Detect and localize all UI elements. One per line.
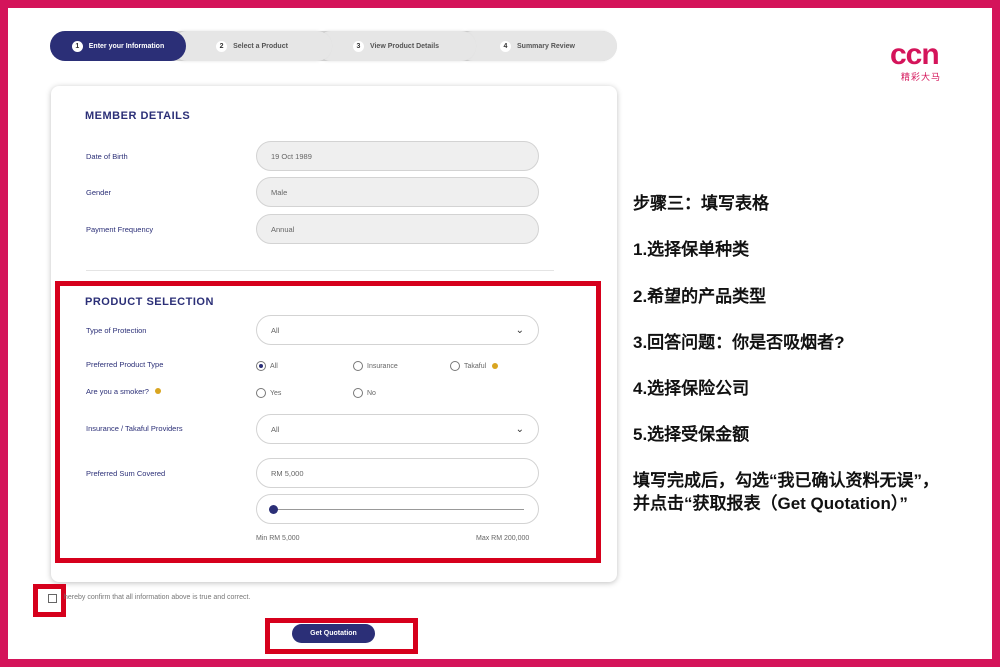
instruction-heading: 步骤三：填写表格	[633, 194, 769, 213]
payment-frequency-label: Payment Frequency	[86, 225, 154, 234]
ccn-logo: ccn 精彩大马	[890, 40, 952, 83]
payment-frequency-field[interactable]: Annual	[256, 214, 539, 244]
member-details-title: MEMBER DETAILS	[85, 110, 191, 122]
step-label: Select a Product	[233, 42, 288, 50]
step-label: Summary Review	[517, 42, 575, 50]
step-enter-information[interactable]: 1 Enter your Information	[50, 31, 186, 61]
instruction-item: 2.希望的产品类型	[633, 287, 767, 306]
step-number: 1	[71, 40, 83, 52]
logo-brand: ccn	[890, 38, 940, 71]
step-label: Enter your Information	[88, 42, 165, 50]
instruction-final-line1: 填写完成后，勾选“我已确认资料无误”，	[633, 471, 939, 490]
step-view-product-details[interactable]: 3 View Product Details	[316, 31, 476, 61]
step-number: 4	[500, 40, 511, 52]
gender-label: Gender	[86, 188, 112, 197]
confirm-text: hereby confirm that all information abov…	[64, 594, 251, 601]
dob-label: Date of Birth	[86, 152, 128, 161]
instruction-final-line2: 并点击“获取报表（Get Quotation）”	[633, 494, 908, 513]
gender-value: Male	[271, 187, 288, 197]
dob-field[interactable]: 19 Oct 1989	[256, 141, 539, 171]
get-quotation-button[interactable]: Get Quotation	[292, 624, 375, 643]
progress-stepper: 4 Summary Review 3 View Product Details …	[50, 31, 617, 61]
gender-field[interactable]: Male	[256, 177, 539, 207]
confirm-checkbox[interactable]	[48, 594, 57, 603]
instruction-item: 1.选择保单种类	[633, 240, 750, 259]
instruction-item: 3.回答问题：你是否吸烟者?	[633, 333, 845, 352]
step-number: 3	[352, 40, 364, 52]
dob-value: 19 Oct 1989	[271, 151, 312, 161]
step-number: 2	[216, 40, 228, 52]
step-summary-review[interactable]: 4 Summary Review	[458, 31, 617, 61]
instruction-item: 4.选择保险公司	[633, 379, 750, 398]
section-divider	[86, 270, 554, 271]
logo-subtitle: 精彩大马	[900, 72, 941, 82]
instruction-item: 5.选择受保金额	[633, 425, 750, 444]
highlight-product-selection	[55, 281, 601, 563]
step-select-product[interactable]: 2 Select a Product	[172, 31, 332, 61]
payment-frequency-value: Annual	[271, 224, 295, 234]
step-label: View Product Details	[369, 42, 440, 50]
